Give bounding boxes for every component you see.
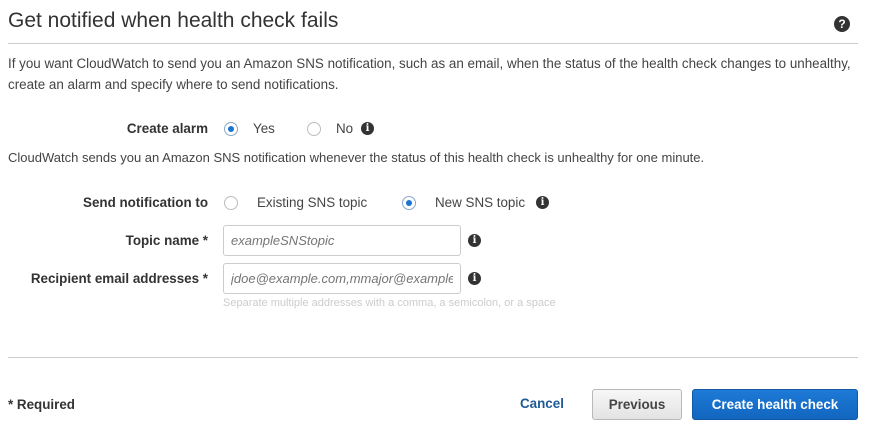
create-alarm-info-icon[interactable]: i — [361, 122, 374, 135]
question-circle-icon[interactable]: ? — [834, 16, 850, 32]
footer-divider — [8, 357, 858, 358]
topic-name-info-icon[interactable]: i — [468, 234, 481, 247]
create-alarm-label: Create alarm — [126, 121, 208, 136]
page-title: Get notified when health check fails — [8, 9, 339, 32]
create-alarm-yes-radio[interactable] — [224, 122, 238, 136]
header-divider — [8, 43, 858, 44]
previous-button[interactable]: Previous — [592, 389, 682, 420]
new-sns-topic-radio[interactable] — [402, 196, 416, 210]
existing-sns-topic-radio[interactable] — [224, 196, 238, 210]
create-health-check-button[interactable]: Create health check — [692, 389, 858, 420]
send-notification-info-icon[interactable]: i — [536, 196, 549, 209]
create-alarm-yes-label[interactable]: Yes — [253, 121, 275, 136]
cancel-button[interactable]: Cancel — [520, 396, 564, 411]
create-alarm-no-label[interactable]: No — [336, 121, 353, 136]
alarm-note: CloudWatch sends you an Amazon SNS notif… — [8, 150, 705, 165]
required-note: * Required — [8, 397, 75, 412]
recipient-emails-hint: Separate multiple addresses with a comma… — [223, 297, 556, 309]
existing-sns-topic-label[interactable]: Existing SNS topic — [257, 195, 367, 210]
topic-name-input[interactable] — [223, 225, 461, 256]
new-sns-topic-label[interactable]: New SNS topic — [435, 195, 525, 210]
topic-name-label: Topic name * — [125, 233, 208, 248]
send-notification-label: Send notification to — [83, 195, 208, 210]
recipient-emails-input[interactable] — [223, 263, 461, 294]
recipient-emails-label: Recipient email addresses * — [30, 271, 208, 286]
recipient-emails-info-icon[interactable]: i — [468, 272, 481, 285]
create-alarm-no-radio[interactable] — [307, 122, 321, 136]
description-text: If you want CloudWatch to send you an Am… — [8, 56, 851, 92]
